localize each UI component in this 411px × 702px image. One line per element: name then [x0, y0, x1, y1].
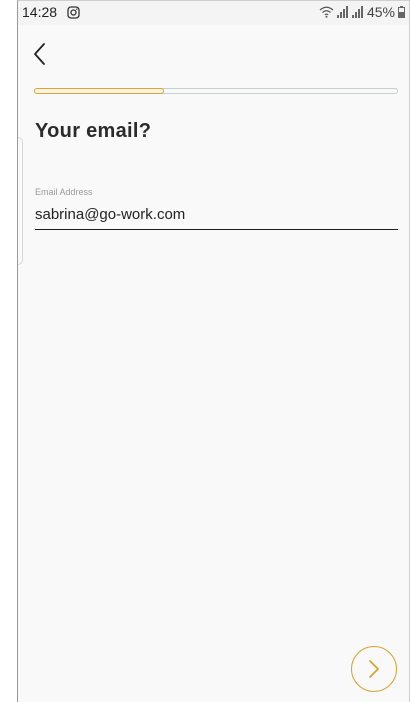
progress-bar	[34, 88, 398, 94]
battery-percent: 45%	[366, 4, 395, 20]
status-time: 14:28	[22, 4, 58, 20]
status-indicators: 45%	[319, 4, 405, 20]
battery-icon	[398, 6, 405, 18]
status-bar: 14:28 45%	[18, 1, 409, 25]
email-field[interactable]	[35, 200, 398, 230]
chevron-right-icon	[369, 660, 379, 678]
back-chevron-icon[interactable]	[30, 39, 52, 69]
signal-icon-secondary	[351, 6, 363, 18]
instagram-icon	[67, 6, 80, 19]
email-field-label: Email Address	[35, 187, 93, 197]
signal-icon	[336, 6, 348, 18]
app-screen: 14:28 45% Your email? Email Address sabr…	[17, 0, 410, 702]
next-button[interactable]	[351, 646, 397, 692]
edge-panel-handle[interactable]	[18, 137, 23, 265]
wifi-icon	[319, 6, 334, 18]
progress-bar-fill	[34, 88, 165, 94]
page-title: Your email?	[35, 120, 152, 142]
